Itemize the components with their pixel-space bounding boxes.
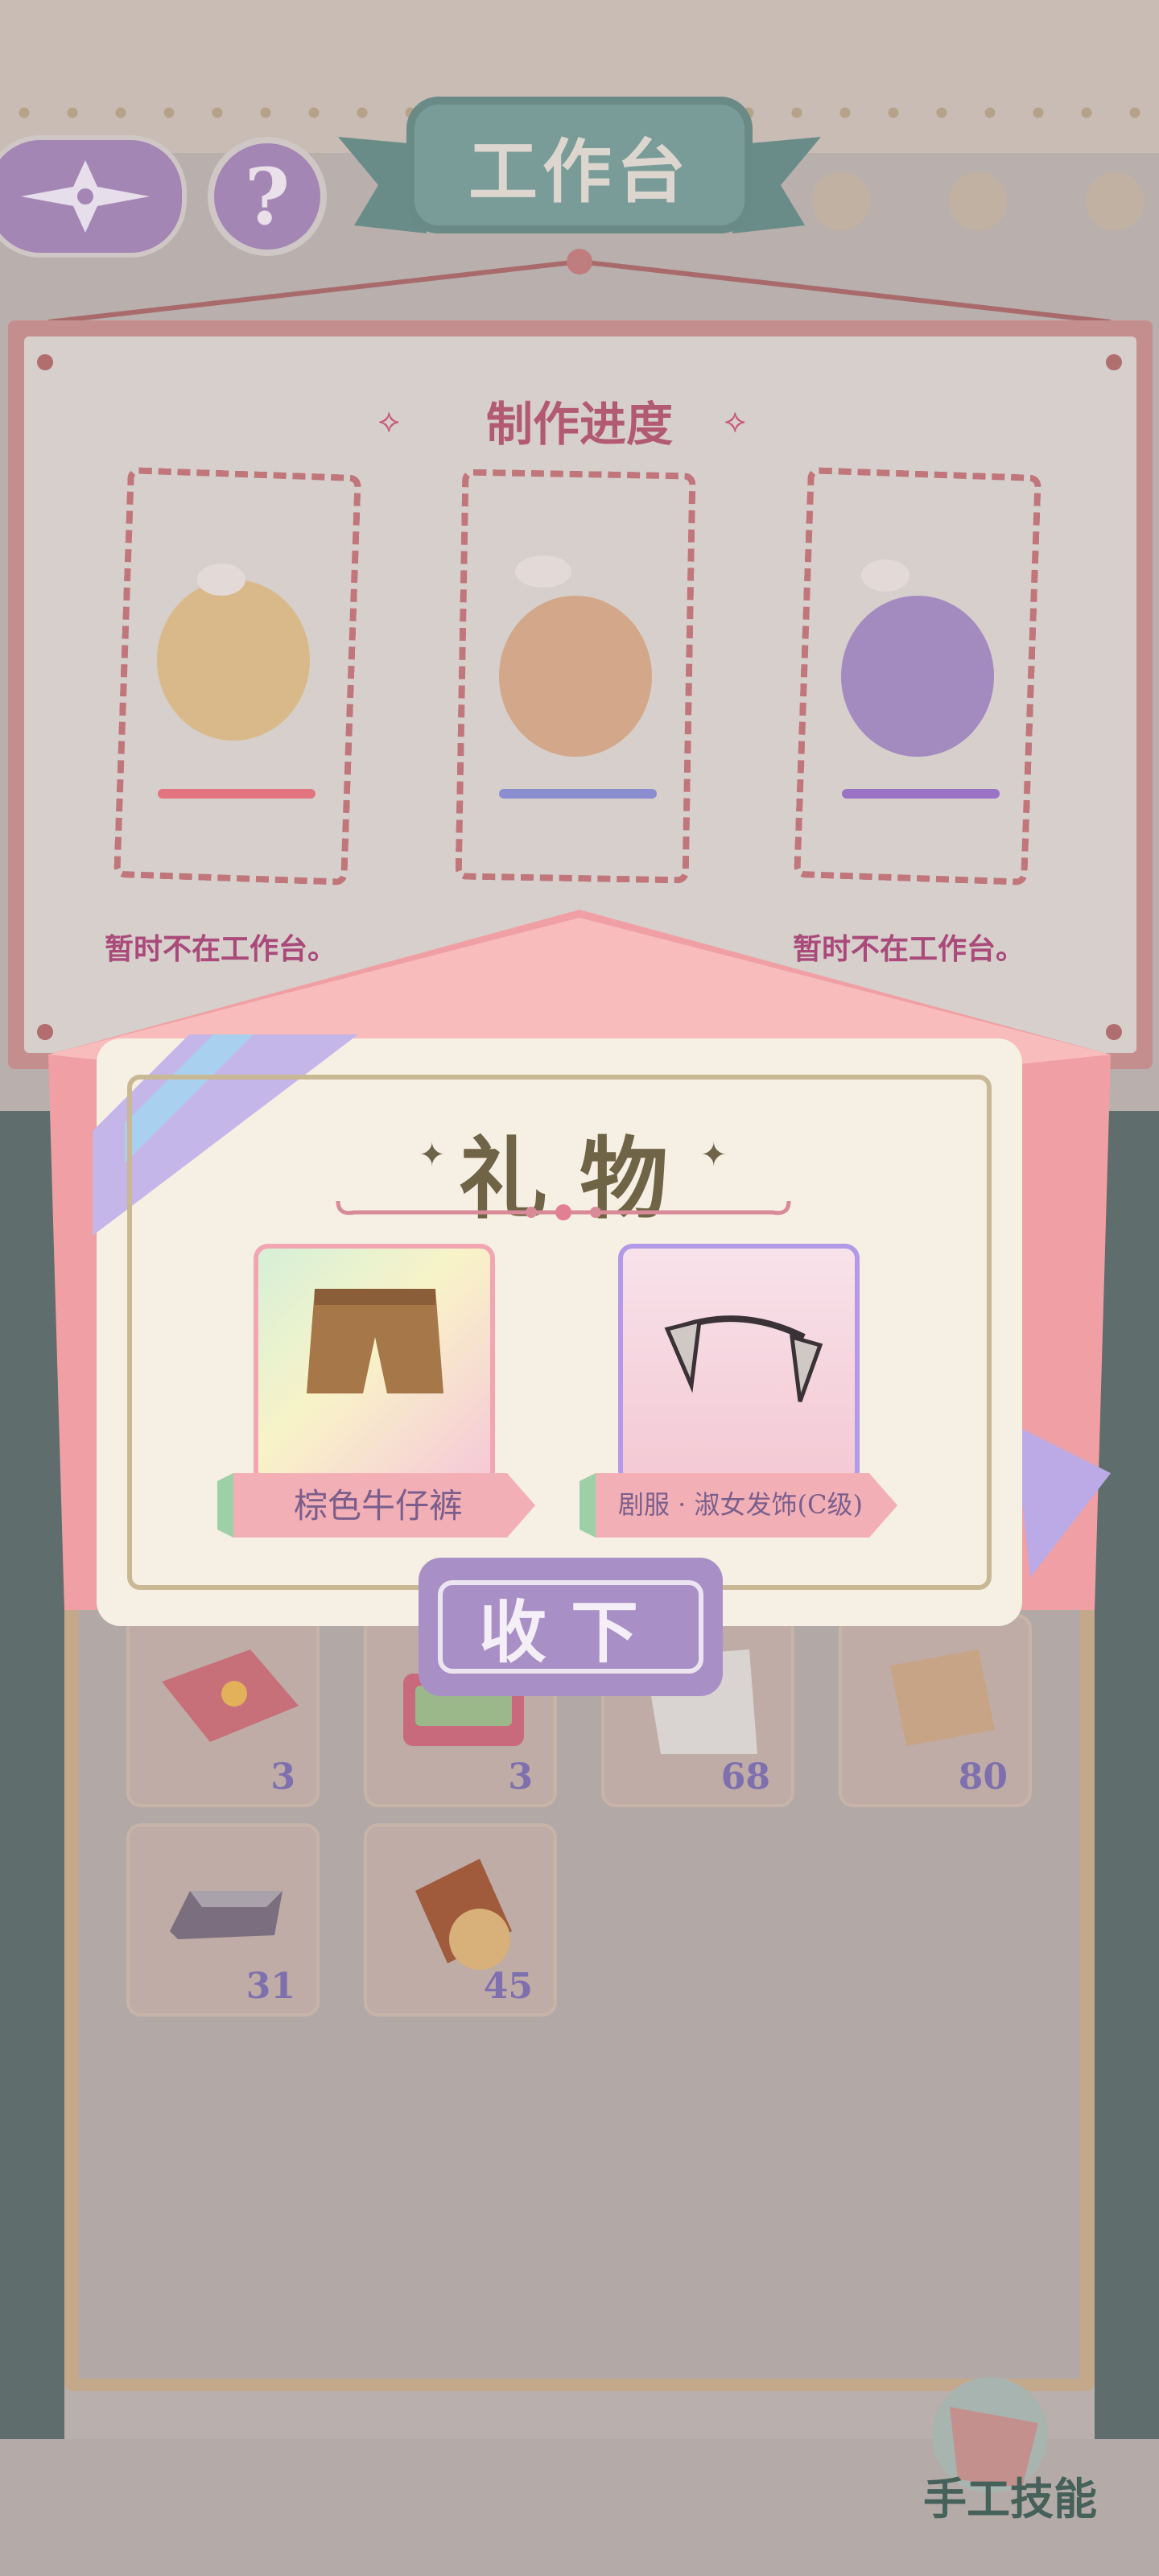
item-count: 3 — [270, 1757, 295, 1798]
character-avatar — [157, 580, 310, 741]
item-count: 68 — [720, 1757, 770, 1798]
fabric-bundle-icon — [890, 1649, 995, 1746]
sparkle-left-icon: ⟡ — [378, 402, 400, 440]
inventory-item[interactable]: 31 — [126, 1823, 320, 2017]
help-icon: ? — [244, 151, 291, 242]
character-avatar — [841, 596, 994, 757]
item-count: 45 — [483, 1966, 533, 2007]
item-count: 80 — [958, 1757, 1008, 1798]
circle-decoration — [773, 169, 1159, 233]
item-count: 31 — [245, 1966, 295, 2007]
inventory-item[interactable]: 3 — [126, 1614, 320, 1807]
pin-icon — [37, 354, 53, 370]
back-star-icon — [21, 160, 150, 233]
thought-bubble-icon — [197, 564, 245, 596]
inventory-item[interactable]: 80 — [839, 1614, 1032, 1807]
accept-button[interactable]: 收下 — [419, 1558, 723, 1696]
brown-shorts-icon — [307, 1289, 443, 1393]
thought-bubble-icon — [515, 555, 571, 588]
character-avatar — [499, 596, 652, 757]
progress-title: 制作进度 — [485, 397, 673, 452]
inventory-item[interactable]: 45 — [364, 1823, 557, 2017]
sparkle-right-icon: ⟡ — [724, 402, 746, 440]
title-divider — [336, 1200, 791, 1220]
page-title: 工作台 — [468, 131, 691, 213]
lady-hair-accessory-icon — [664, 1315, 823, 1402]
accept-button-label: 收下 — [438, 1580, 703, 1674]
wood-log-icon — [415, 1859, 512, 1970]
gift-item-name: 棕色牛仔裤 — [293, 1485, 463, 1525]
craft-skill-button[interactable]: 手工技能 — [901, 2463, 1119, 2527]
pin-icon — [1106, 354, 1122, 370]
gift-item[interactable] — [254, 1244, 495, 1485]
help-button[interactable]: ? — [208, 137, 327, 256]
back-button[interactable] — [0, 135, 187, 258]
slot-progress-bar — [499, 789, 657, 799]
star-right-icon: ✦ — [700, 1137, 728, 1174]
title-plate: 工作台 — [406, 97, 753, 233]
pillow-icon — [162, 1649, 299, 1742]
item-count: 3 — [508, 1757, 533, 1798]
metal-ingot-icon — [170, 1891, 283, 1939]
gift-item[interactable] — [618, 1244, 860, 1485]
slot-progress-bar — [158, 789, 316, 799]
gift-item-name: 剧服 · 淑女发饰(C级) — [618, 1489, 863, 1520]
thought-bubble-icon — [861, 559, 909, 592]
slot-progress-bar — [842, 789, 1000, 799]
